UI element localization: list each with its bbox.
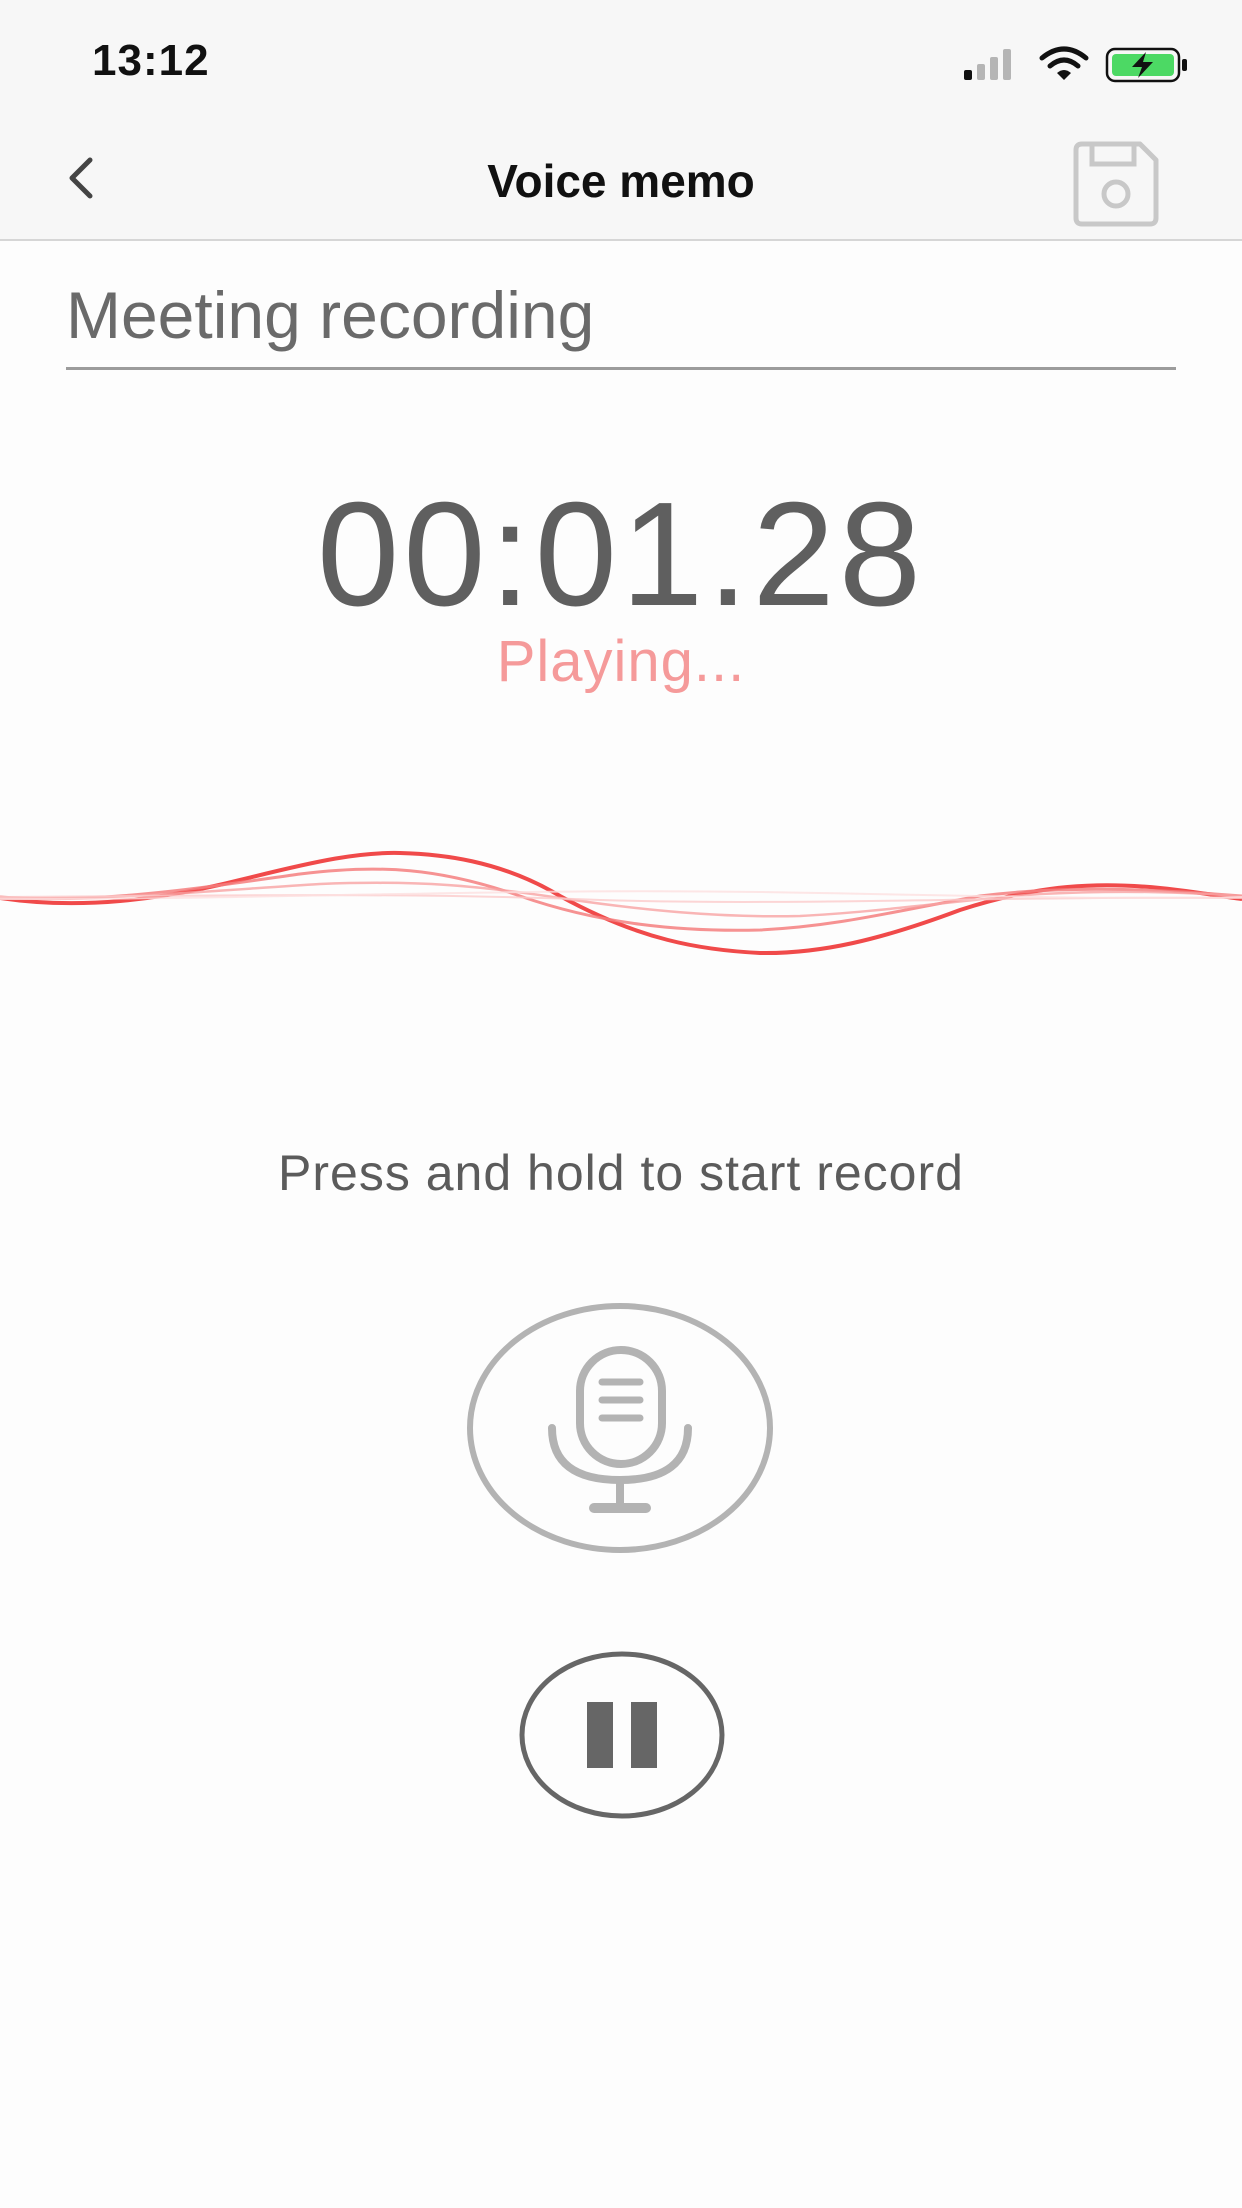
battery-charging-icon bbox=[1105, 47, 1187, 83]
status-time: 13:12 bbox=[92, 36, 210, 85]
microphone-icon bbox=[467, 1303, 773, 1553]
memo-title-input[interactable] bbox=[66, 262, 1176, 370]
playback-status: Playing... bbox=[496, 629, 746, 694]
status-bar: 13:12 bbox=[0, 0, 1242, 120]
record-hint: Press and hold to start record bbox=[278, 1145, 964, 1201]
pause-button[interactable] bbox=[518, 1650, 726, 1820]
voice-memo-screen: 13:12 Voice memo Meeting recording 00:01… bbox=[0, 0, 1242, 2208]
save-button[interactable] bbox=[1068, 138, 1162, 232]
floppy-disk-icon bbox=[1073, 141, 1159, 227]
wifi-icon bbox=[1039, 46, 1089, 80]
audio-waveform bbox=[0, 850, 1242, 956]
playback-timer: 00:01.28 bbox=[316, 472, 926, 637]
status-icons bbox=[964, 46, 1187, 83]
nav-bar: Voice memo bbox=[0, 120, 1242, 241]
pause-icon bbox=[519, 1651, 725, 1819]
record-button[interactable] bbox=[466, 1302, 774, 1554]
signal-icon bbox=[964, 49, 1011, 80]
page-title: Voice memo bbox=[487, 155, 755, 207]
